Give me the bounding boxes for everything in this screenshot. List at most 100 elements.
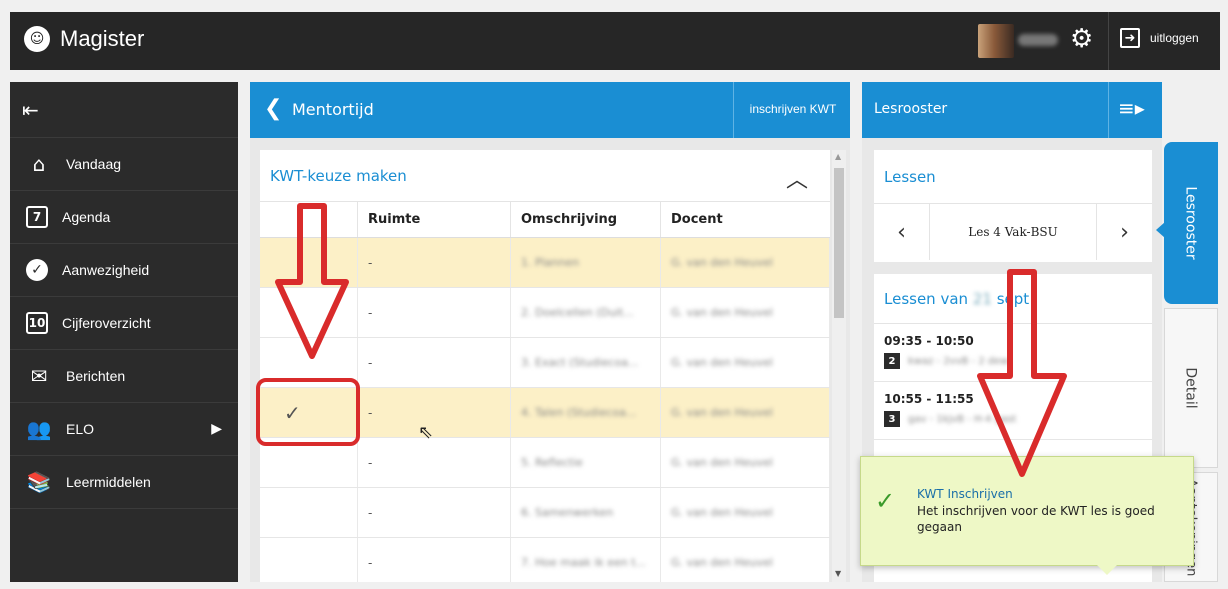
people-icon: 👥 <box>26 417 52 441</box>
scroll-down-icon[interactable]: ▼ <box>835 569 841 578</box>
omschrijving-cell: 6. Samenwerken <box>511 488 661 537</box>
sidebar-item-label: Agenda <box>62 209 111 225</box>
omschrijving-cell: 3. Exact (Studiecoa... <box>511 338 661 387</box>
sidebar-item-label: Aanwezigheid <box>62 262 150 278</box>
select-cell[interactable] <box>260 288 358 337</box>
omschrijving-cell: 7. Hoe maak ik een t... <box>511 538 661 582</box>
card-title: KWT-keuze maken <box>270 167 407 185</box>
table-header: Ruimte Omschrijving Docent <box>260 202 830 238</box>
docent-cell: G. van den Heuvel <box>661 488 830 537</box>
ruimte-cell: - <box>358 238 511 287</box>
select-cell[interactable] <box>260 538 358 582</box>
scrollbar-thumb[interactable] <box>834 168 844 318</box>
ruimte-cell: - <box>358 288 511 337</box>
sidebar-item-vandaag[interactable]: ⌂ Vandaag <box>10 138 238 191</box>
lesson-number-badge: 3 <box>884 411 900 427</box>
select-cell[interactable] <box>260 238 358 287</box>
avatar[interactable] <box>978 24 1014 58</box>
kwt-card: KWT-keuze maken ︿ Ruimte Omschrijving Do… <box>260 150 830 582</box>
table-row[interactable]: -1. Plannen G. van den Heuvel <box>260 238 830 288</box>
sidebar-item-aanwezigheid[interactable]: ✓ Aanwezigheid <box>10 244 238 297</box>
lesson-time: 09:35 - 10:50 <box>884 334 974 348</box>
lesrooster-title: Lesrooster <box>874 101 948 117</box>
omschrijving-text: 6. Samenwerken <box>521 506 614 519</box>
card-header[interactable]: KWT-keuze maken ︿ <box>260 150 830 202</box>
docent-cell: G. van den Heuvel <box>661 388 830 437</box>
lesson-description: gav - 1kjvB - H-4 gast <box>908 413 1017 425</box>
docent-text: G. van den Heuvel <box>671 556 773 569</box>
logout-label: uitloggen <box>1150 31 1199 45</box>
docent-cell: G. van den Heuvel <box>661 438 830 487</box>
success-toast[interactable]: ✓ KWT Inschrijven Het inschrijven voor d… <box>860 456 1194 575</box>
chevron-left-icon[interactable]: ‹ <box>874 204 930 260</box>
sidebar-item-label: ELO <box>66 421 95 437</box>
gear-icon[interactable]: ⚙ <box>1070 24 1093 54</box>
lesson-navigator: ‹ Les 4 Vak-BSU › <box>874 204 1152 260</box>
header-divider <box>1108 82 1109 138</box>
home-icon: ⌂ <box>32 152 46 176</box>
logout-button[interactable]: ➜ uitloggen <box>1120 28 1199 48</box>
mouse-cursor-icon: ⇖ <box>418 422 434 443</box>
grade-icon: 10 <box>26 312 48 334</box>
checkmark-icon: ✓ <box>875 487 896 515</box>
caret-right-icon: ▶ <box>211 421 222 437</box>
sidebar-item-leermiddelen[interactable]: 📚 Leermiddelen <box>10 456 238 509</box>
omschrijving-cell: 2. Doelcellen (Duit... <box>511 288 661 337</box>
chevron-right-icon[interactable]: › <box>1096 204 1152 260</box>
ruimte-cell: - <box>358 538 511 582</box>
docent-text: G. van den Heuvel <box>671 456 773 469</box>
scrollbar[interactable]: ▲ ▼ <box>832 150 846 582</box>
sidebar-toggle-icon[interactable]: ⇤ <box>10 82 238 138</box>
sidebar-item-label: Cijferoverzicht <box>62 315 151 331</box>
ruimte-cell: - <box>358 488 511 537</box>
omschrijving-cell: 4. Talen (Studiecoa... <box>511 388 661 437</box>
user-name-blurred <box>1018 34 1058 46</box>
scroll-up-icon[interactable]: ▲ <box>835 152 841 161</box>
day-lessons-suffix: sept <box>996 290 1030 308</box>
envelope-icon: ✉ <box>30 364 48 388</box>
sidebar-item-berichten[interactable]: ✉ Berichten <box>10 350 238 403</box>
ruimte-cell: - <box>358 438 511 487</box>
logout-icon: ➜ <box>1120 28 1140 48</box>
column-header-select <box>260 202 358 237</box>
top-bar: ☺ Magister ⚙ ➜ uitloggen <box>10 12 1220 70</box>
tab-detail[interactable]: Detail <box>1164 308 1218 468</box>
main-header: ❮ Mentortijd inschrijven KWT <box>250 82 850 138</box>
docent-text: G. van den Heuvel <box>671 406 773 419</box>
main-body: KWT-keuze maken ︿ Ruimte Omschrijving Do… <box>250 138 850 582</box>
sidebar: ⇤ ⌂ Vandaag 7 Agenda ✓ Aanwezigheid 10 C… <box>10 82 238 582</box>
chevron-up-icon[interactable]: ︿ <box>786 162 808 194</box>
table-row[interactable]: -2. Doelcellen (Duit... G. van den Heuvel <box>260 288 830 338</box>
day-lessons-prefix: Lessen van <box>884 290 969 308</box>
toast-message: Het inschrijven voor de KWT les is goed … <box>917 504 1155 534</box>
brand[interactable]: ☺ Magister <box>24 26 144 52</box>
inschrijven-kwt-button[interactable]: inschrijven KWT <box>738 102 848 116</box>
docent-text: G. van den Heuvel <box>671 356 773 369</box>
sidebar-item-elo[interactable]: 👥 ELO ▶ <box>10 403 238 456</box>
menu-collapse-icon[interactable]: ≡▸ <box>1118 96 1145 120</box>
select-cell[interactable] <box>260 488 358 537</box>
sidebar-item-cijferoverzicht[interactable]: 10 Cijferoverzicht <box>10 297 238 350</box>
ruimte-cell: - <box>358 338 511 387</box>
sidebar-item-agenda[interactable]: 7 Agenda <box>10 191 238 244</box>
column-header-docent[interactable]: Docent <box>661 202 830 237</box>
day-lessons-title: Lessen van 21 sept <box>874 274 1152 324</box>
omschrijving-text: 2. Doelcellen (Duit... <box>521 306 634 319</box>
lesson-item[interactable]: 10:55 - 11:55 3 gav - 1kjvB - H-4 gast <box>874 382 1152 440</box>
toast-title: KWT Inschrijven <box>917 487 1013 501</box>
table-row[interactable]: -6. Samenwerken G. van den Heuvel <box>260 488 830 538</box>
header-divider <box>733 82 734 138</box>
tab-lesrooster[interactable]: Lesrooster <box>1164 142 1218 304</box>
column-header-ruimte[interactable]: Ruimte <box>358 202 511 237</box>
lesrooster-header: Lesrooster ≡▸ <box>862 82 1162 138</box>
back-chevron-icon[interactable]: ❮ <box>264 96 282 121</box>
table-row[interactable]: -7. Hoe maak ik een t... G. van den Heuve… <box>260 538 830 582</box>
sidebar-item-label: Berichten <box>66 368 126 384</box>
omschrijving-text: 7. Hoe maak ik een t... <box>521 556 647 569</box>
calendar-icon: 7 <box>26 206 48 228</box>
docent-cell: G. van den Heuvel <box>661 538 830 582</box>
lesson-nav-label: Les 4 Vak-BSU <box>968 225 1058 239</box>
sidebar-item-label: Leermiddelen <box>66 474 151 490</box>
lesson-item[interactable]: 09:35 - 10:50 2 kwaz - 2vvB - 2 dew <box>874 324 1152 382</box>
column-header-omschrijving[interactable]: Omschrijving <box>511 202 661 237</box>
